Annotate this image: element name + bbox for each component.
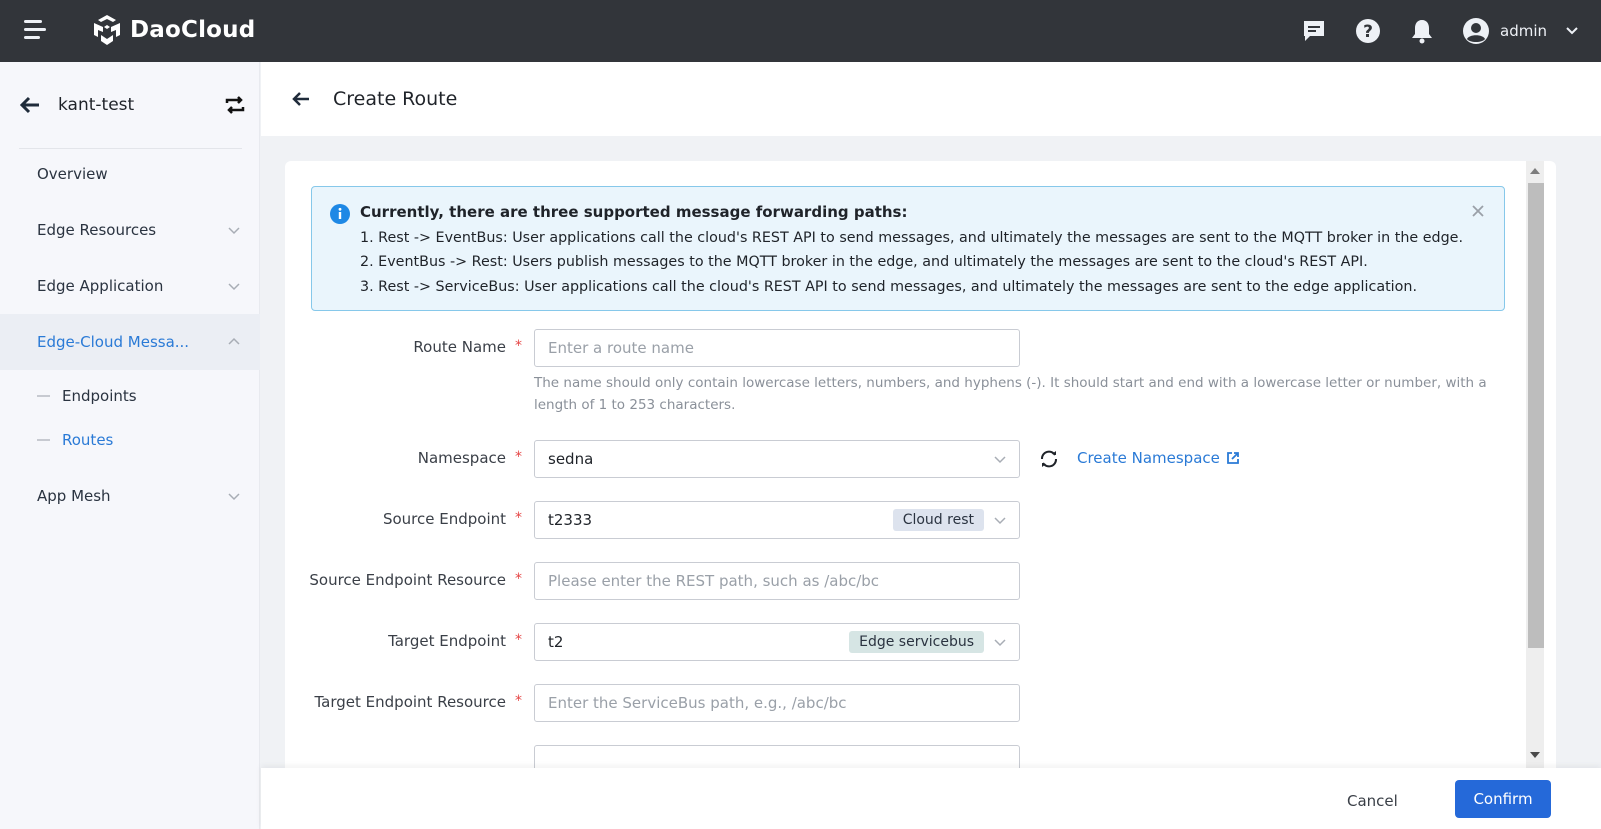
notification-bell-icon[interactable]	[1408, 17, 1436, 45]
source-endpoint-resource-label: Source Endpoint Resource	[309, 571, 506, 589]
sidebar-subitem-endpoints[interactable]: Endpoints	[37, 381, 137, 411]
target-endpoint-row: Target Endpoint * t2 Edge servicebus	[285, 623, 1525, 661]
scroll-up-arrow-icon[interactable]	[1530, 168, 1540, 174]
sidebar-subitem-routes[interactable]: Routes	[37, 425, 113, 455]
chevron-down-icon	[228, 283, 240, 291]
dash-icon	[37, 439, 50, 441]
source-endpoint-select[interactable]: t2333 Cloud rest	[534, 501, 1020, 539]
avatar-icon	[1463, 18, 1489, 44]
target-endpoint-label: Target Endpoint	[388, 632, 506, 650]
sidebar-item-label: Edge Application	[37, 277, 164, 295]
close-icon[interactable]	[1470, 203, 1486, 219]
scrollbar[interactable]	[1526, 161, 1544, 768]
target-endpoint-select[interactable]: t2 Edge servicebus	[534, 623, 1020, 661]
required-mark: *	[515, 338, 522, 354]
alert-line: 2. EventBus -> Rest: Users publish messa…	[360, 254, 1368, 270]
page-title: Create Route	[333, 88, 458, 110]
sidebar-item-label: Edge Resources	[37, 221, 157, 239]
namespace-row: Namespace * sedna Create Namespace	[285, 440, 1525, 478]
endpoint-type-badge: Edge servicebus	[849, 631, 984, 653]
workspace-name: kant-test	[58, 95, 135, 115]
sidebar-item-label: App Mesh	[37, 487, 111, 505]
target-endpoint-resource-input[interactable]	[548, 694, 1019, 712]
sidebar-item-label: Edge-Cloud Messa...	[37, 333, 190, 351]
back-arrow-icon[interactable]	[18, 93, 42, 117]
workspace-header: kant-test	[18, 90, 246, 120]
brand-name: DaoCloud	[130, 17, 256, 43]
alert-title: Currently, there are three supported mes…	[360, 203, 908, 221]
create-namespace-link[interactable]: Create Namespace	[1077, 449, 1240, 467]
sidebar-item-overview[interactable]: Overview	[0, 146, 260, 202]
next-field-input[interactable]	[534, 745, 1020, 768]
required-mark: *	[515, 693, 522, 709]
sidebar: kant-test Overview Edge Resources Edge A…	[0, 62, 260, 829]
chevron-up-icon	[228, 337, 240, 345]
dash-icon	[37, 395, 50, 397]
sidebar-item-edge-application[interactable]: Edge Application	[0, 258, 260, 314]
brand[interactable]: DaoCloud	[90, 13, 255, 47]
cancel-button[interactable]: Cancel	[1331, 783, 1414, 819]
source-endpoint-resource-input[interactable]	[548, 572, 1019, 590]
source-endpoint-label: Source Endpoint	[382, 510, 506, 528]
next-field-row	[285, 745, 1525, 768]
info-alert: Currently, there are three supported mes…	[311, 186, 1505, 311]
refresh-icon[interactable]	[1038, 448, 1060, 470]
required-mark: *	[515, 510, 522, 526]
chevron-down-icon	[228, 227, 240, 235]
info-icon	[330, 204, 350, 224]
route-name-input-wrapper	[534, 329, 1020, 367]
scrollbar-thumb[interactable]	[1528, 183, 1544, 648]
chevron-down-icon	[1566, 27, 1578, 35]
external-link-icon	[1226, 452, 1239, 464]
sidebar-subitem-label: Routes	[62, 431, 114, 449]
source-endpoint-resource-input-wrapper	[534, 562, 1020, 600]
required-mark: *	[515, 571, 522, 587]
endpoint-type-badge: Cloud rest	[892, 509, 984, 531]
sidebar-item-edge-resources[interactable]: Edge Resources	[0, 202, 260, 258]
chevron-down-icon	[994, 456, 1006, 464]
page-header: Create Route	[261, 62, 1601, 136]
sidebar-item-app-mesh[interactable]: App Mesh	[0, 468, 260, 524]
top-bar: DaoCloud ? admin	[0, 0, 1601, 62]
scroll-down-arrow-icon[interactable]	[1530, 752, 1540, 758]
target-endpoint-resource-row: Target Endpoint Resource *	[285, 684, 1525, 722]
svg-text:?: ?	[1363, 22, 1373, 42]
user-name: admin	[1500, 22, 1547, 40]
back-arrow-icon[interactable]	[291, 89, 311, 109]
source-endpoint-resource-row: Source Endpoint Resource *	[285, 562, 1525, 600]
route-name-input[interactable]	[548, 339, 1019, 357]
daocloud-logo-icon	[94, 15, 120, 45]
user-menu[interactable]: admin	[1462, 17, 1579, 45]
required-mark: *	[515, 449, 522, 465]
confirm-button[interactable]: Confirm	[1455, 780, 1551, 818]
chevron-down-icon	[994, 517, 1006, 525]
sidebar-item-label: Overview	[37, 165, 108, 183]
help-icon[interactable]: ?	[1354, 17, 1382, 45]
chevron-down-icon	[994, 639, 1006, 647]
create-namespace-label: Create Namespace	[1077, 449, 1220, 467]
alert-line: 1. Rest -> EventBus: User applications c…	[360, 230, 1464, 246]
route-name-row: Route Name *	[285, 329, 1525, 367]
target-endpoint-resource-input-wrapper	[534, 684, 1020, 722]
source-endpoint-value: t2333	[548, 511, 593, 529]
sidebar-item-edge-cloud-messaging[interactable]: Edge-Cloud Messa...	[0, 314, 260, 370]
alert-line: 3. Rest -> ServiceBus: User applications…	[360, 279, 1418, 295]
sidebar-subitem-label: Endpoints	[62, 387, 137, 405]
namespace-select[interactable]: sedna	[534, 440, 1020, 478]
source-endpoint-row: Source Endpoint * t2333 Cloud rest	[285, 501, 1525, 539]
menu-icon[interactable]	[24, 20, 48, 40]
route-name-help: The name should only contain lowercase l…	[534, 375, 1487, 413]
namespace-label: Namespace	[417, 449, 506, 467]
namespace-value: sedna	[548, 450, 594, 468]
form-card: Currently, there are three supported mes…	[285, 161, 1556, 768]
target-endpoint-resource-label: Target Endpoint Resource	[314, 693, 507, 711]
chevron-down-icon	[228, 493, 240, 501]
target-endpoint-value: t2	[548, 633, 564, 651]
form-footer: Cancel Confirm	[261, 768, 1601, 829]
message-icon[interactable]	[1300, 17, 1328, 45]
route-name-label: Route Name	[413, 338, 506, 356]
required-mark: *	[515, 632, 522, 648]
switch-icon[interactable]	[224, 94, 246, 116]
